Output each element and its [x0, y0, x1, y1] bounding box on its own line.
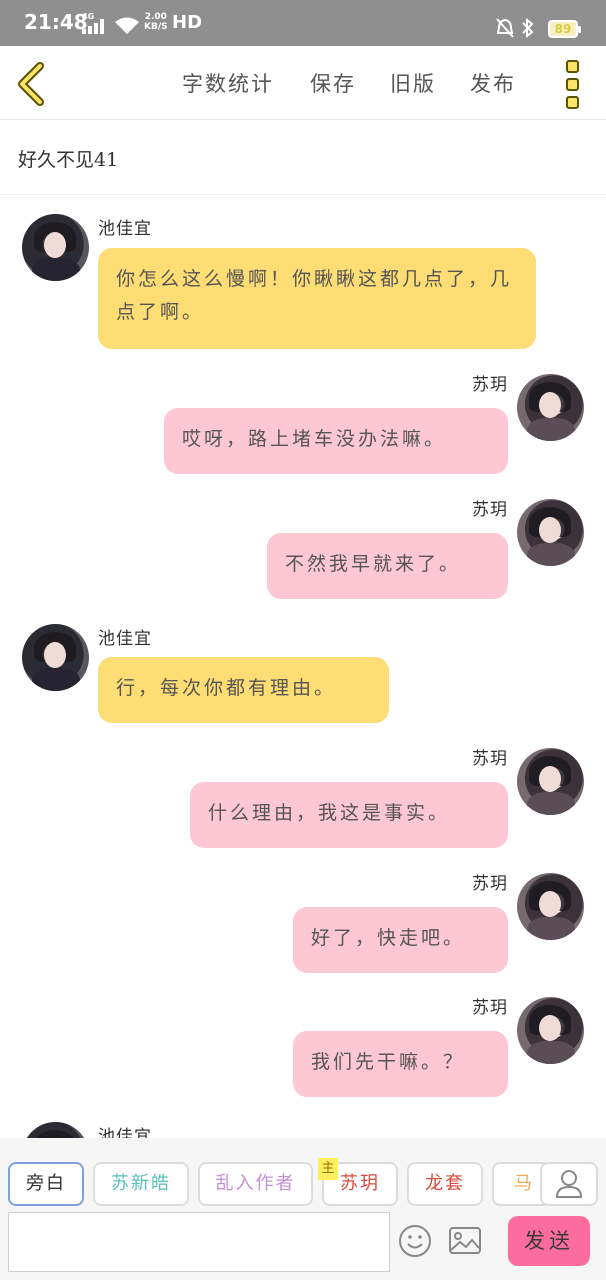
word-count-button[interactable]: 字数统计 — [182, 68, 274, 98]
message-bubble[interactable]: 哎呀，路上堵车没办法嘛。 — [164, 408, 508, 474]
message-bubble[interactable]: 好了，快走吧。 — [293, 907, 508, 973]
status-bar: 21:48 4G 2.00 KB/S HD 89 — [0, 0, 606, 46]
message-bubble[interactable]: 行，每次你都有理由。 — [98, 657, 389, 723]
message-bubble[interactable]: 什么理由，我这是事实。 — [190, 782, 508, 848]
menu-dot — [566, 96, 579, 109]
avatar[interactable] — [517, 997, 584, 1064]
bluetooth-icon — [520, 17, 536, 42]
avatar[interactable] — [517, 748, 584, 815]
message-bubble[interactable]: 你怎么这么慢啊！你瞅瞅这都几点了，几点了啊。 — [98, 248, 536, 349]
network-speed-unit: KB/S — [144, 22, 168, 32]
battery-indicator: 89 — [548, 20, 581, 38]
network-speed-value: 2.00 — [144, 12, 167, 22]
avatar[interactable] — [517, 374, 584, 441]
composer-panel: 旁白 苏新皓 乱入作者 苏玥 主 龙套 马嘉 发送 — [0, 1138, 606, 1280]
network-speed: 2.00 KB/S — [144, 12, 168, 32]
avatar[interactable] — [22, 1122, 89, 1138]
emoji-button[interactable] — [398, 1224, 432, 1258]
sender-name: 苏玥 — [472, 749, 508, 769]
sender-name: 苏玥 — [472, 998, 508, 1018]
smiley-icon — [399, 1225, 431, 1257]
person-icon — [555, 1170, 583, 1198]
save-button[interactable]: 保存 — [310, 68, 356, 98]
old-version-button[interactable]: 旧版 — [390, 68, 436, 98]
more-menu-button[interactable] — [560, 60, 586, 110]
sender-name: 池佳宜 — [98, 629, 152, 649]
manage-characters-button[interactable] — [540, 1162, 598, 1206]
mute-bell-icon — [496, 18, 514, 42]
avatar[interactable] — [517, 499, 584, 566]
message-input[interactable] — [8, 1212, 390, 1272]
sender-name: 苏玥 — [472, 874, 508, 894]
hd-indicator: HD — [172, 12, 203, 33]
publish-button[interactable]: 发布 — [470, 68, 516, 98]
avatar[interactable] — [517, 873, 584, 940]
message-bubble[interactable]: 我们先干嘛。？ — [293, 1031, 508, 1097]
main-role-badge: 主 — [318, 1158, 338, 1180]
menu-dot — [566, 60, 579, 73]
send-button[interactable]: 发送 — [508, 1216, 590, 1266]
sender-name: 池佳宜 — [98, 219, 152, 239]
chevron-left-icon — [18, 62, 44, 106]
back-button[interactable] — [14, 62, 54, 106]
avatar[interactable] — [22, 214, 89, 281]
role-character-button[interactable]: 乱入作者 — [198, 1162, 313, 1206]
sender-name: 苏玥 — [472, 375, 508, 395]
status-time: 21:48 — [24, 10, 88, 34]
insert-image-button[interactable] — [448, 1226, 482, 1256]
story-title: 好久不见41 — [18, 149, 119, 171]
sender-name: 苏玥 — [472, 500, 508, 520]
role-character-button[interactable]: 苏新皓 — [93, 1162, 189, 1206]
role-character-button[interactable]: 龙套 — [407, 1162, 483, 1206]
editor-header: 字数统计 保存 旧版 发布 — [0, 46, 606, 120]
chat-message-list[interactable]: 池佳宜 你怎么这么慢啊！你瞅瞅这都几点了，几点了啊。 苏玥 哎呀，路上堵车没办法… — [0, 196, 606, 1138]
wifi-icon — [114, 16, 140, 40]
menu-dot — [566, 78, 579, 91]
image-icon — [449, 1227, 481, 1254]
role-narrator-button[interactable]: 旁白 — [8, 1162, 84, 1206]
avatar[interactable] — [22, 624, 89, 691]
story-title-row[interactable]: 好久不见41 — [0, 121, 606, 195]
sender-name: 池佳宜 — [98, 1127, 152, 1138]
message-bubble[interactable]: 不然我早就来了。 — [267, 533, 508, 599]
